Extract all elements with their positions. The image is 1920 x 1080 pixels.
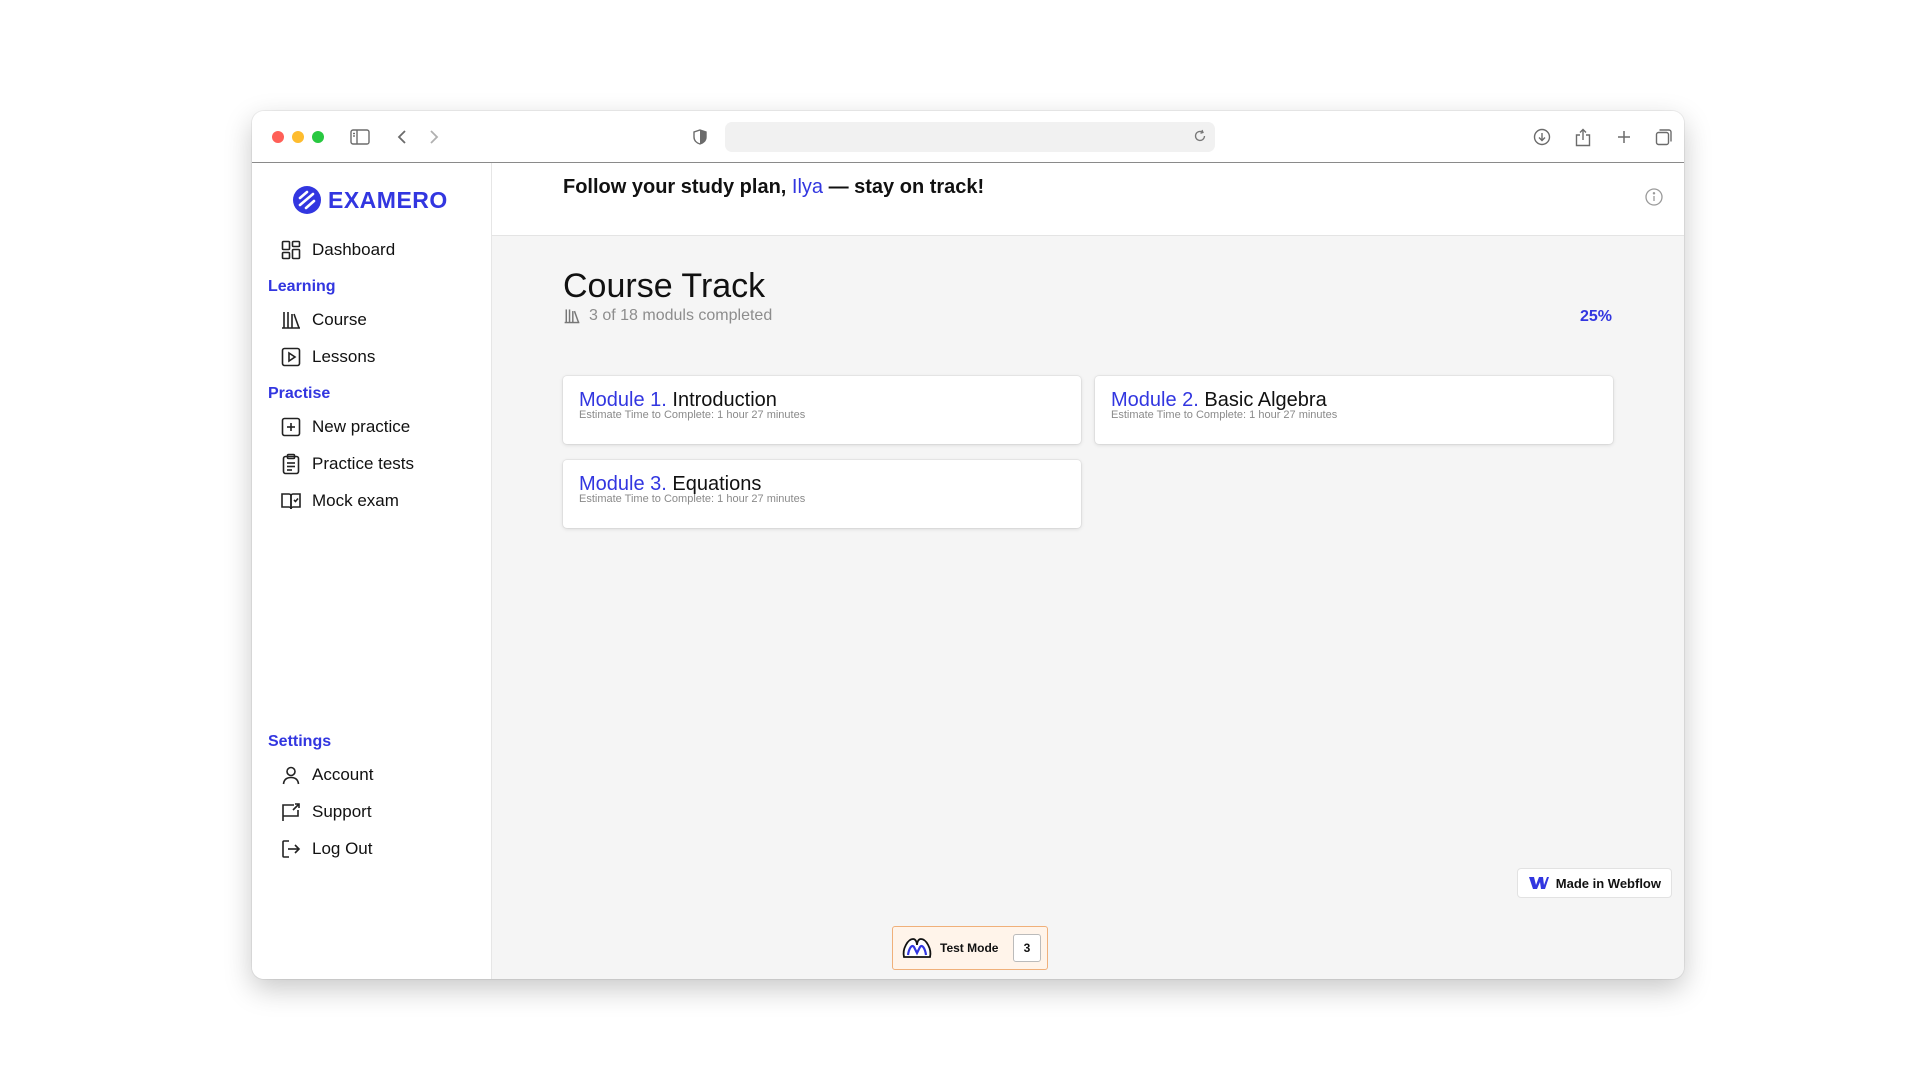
module-card-3[interactable]: Module 3. Equations Estimate Time to Com… (563, 460, 1081, 528)
minimize-window-button[interactable] (292, 131, 304, 143)
sidebar-item-label: Account (312, 765, 374, 784)
sidebar-item-account[interactable]: Account (280, 761, 373, 789)
clipboard-icon (282, 453, 300, 475)
section-label-practise: Practise (268, 385, 331, 402)
logo-text: EXAMERO (328, 186, 448, 213)
address-bar[interactable] (725, 122, 1215, 152)
maximize-window-button[interactable] (312, 131, 324, 143)
open-book-icon (281, 493, 301, 510)
module-name: Introduction (672, 389, 777, 411)
progress-percent: 25% (1579, 308, 1612, 325)
greeting-prefix: Follow your study plan, (563, 176, 792, 198)
module-card-1[interactable]: Module 1. Introduction Estimate Time to … (563, 376, 1081, 444)
test-mode-count[interactable]: 3 (1013, 934, 1041, 962)
module-estimate: Estimate Time to Complete: 1 hour 27 min… (579, 409, 806, 421)
sidebar-item-dashboard[interactable]: Dashboard (280, 236, 395, 264)
new-tab-icon[interactable] (1612, 125, 1636, 149)
user-icon (282, 766, 300, 785)
module-estimate: Estimate Time to Complete: 1 hour 27 min… (1111, 409, 1338, 421)
greeting-text: Follow your study plan, Ilya — stay on t… (563, 176, 984, 199)
section-label-settings: Settings (268, 733, 332, 750)
sidebar: EXAMERO Dashboard Learning Course Lesson… (252, 163, 492, 979)
sidebar-item-support[interactable]: Support (280, 798, 372, 826)
sidebar-item-label: Practice tests (312, 454, 415, 473)
module-name: Equations (672, 473, 762, 495)
support-flag-icon (282, 803, 300, 821)
privacy-shield-icon[interactable] (688, 125, 712, 149)
test-mode-button[interactable]: Test Mode (893, 927, 1009, 969)
sidebar-item-label: Mock exam (312, 491, 399, 510)
sidebar-item-label: Dashboard (312, 240, 396, 259)
module-name: Basic Algebra (1204, 389, 1327, 411)
sidebar-item-label: Course (312, 310, 367, 329)
test-mode-widget[interactable]: Test Mode 3 (892, 926, 1048, 970)
close-window-button[interactable] (272, 131, 284, 143)
dashboard-grid-icon (281, 240, 301, 260)
browser-window: EXAMERO Dashboard Learning Course Lesson… (252, 111, 1684, 979)
info-icon[interactable] (1644, 187, 1664, 207)
module-number: Module 3. (579, 473, 667, 495)
main-content: Follow your study plan, Ilya — stay on t… (492, 163, 1684, 979)
sidebar-item-course[interactable]: Course (280, 306, 367, 334)
sidebar-item-practice-tests[interactable]: Practice tests (280, 450, 414, 478)
forward-icon[interactable] (422, 125, 446, 149)
reload-icon[interactable] (1193, 129, 1209, 145)
user-name: Ilya (791, 176, 824, 198)
sidebar-item-label: Lessons (312, 347, 376, 366)
section-label-learning: Learning (268, 278, 336, 295)
module-number: Module 2. (1111, 389, 1199, 411)
progress-summary: 3 of 18 moduls completed (563, 307, 772, 325)
page-header: Follow your study plan, Ilya — stay on t… (492, 163, 1684, 236)
module-estimate: Estimate Time to Complete: 1 hour 27 min… (579, 493, 806, 505)
back-icon[interactable] (390, 125, 414, 149)
play-square-icon (281, 347, 301, 367)
sidebar-item-new-practice[interactable]: New practice (280, 413, 410, 441)
test-mode-label: Test Mode (940, 941, 999, 955)
logout-icon (282, 840, 301, 858)
module-number: Module 1. (579, 389, 667, 411)
webflow-logo-icon (1528, 877, 1549, 889)
tab-overview-icon[interactable] (1652, 125, 1676, 149)
module-card-2[interactable]: Module 2. Basic Algebra Estimate Time to… (1095, 376, 1613, 444)
share-icon[interactable] (1571, 125, 1595, 149)
examero-logo[interactable]: EXAMERO (292, 185, 448, 215)
sidebar-item-label: New practice (312, 417, 411, 436)
sidebar-item-label: Support (312, 802, 372, 821)
page-title: Course Track (563, 267, 766, 305)
plus-square-icon (281, 417, 301, 437)
books-icon (564, 309, 580, 324)
download-icon[interactable] (1530, 125, 1554, 149)
sidebar-item-label: Log Out (312, 839, 373, 858)
browser-toolbar (252, 111, 1684, 163)
sidebar-item-logout[interactable]: Log Out (280, 835, 373, 863)
books-icon (282, 312, 300, 329)
greeting-suffix: — stay on track! (823, 176, 985, 198)
made-in-webflow-badge[interactable]: Made in Webflow (1516, 868, 1672, 898)
sidebar-toggle-icon[interactable] (348, 125, 372, 149)
sidebar-item-lessons[interactable]: Lessons (280, 343, 375, 371)
test-mode-logo-icon (902, 938, 932, 958)
progress-text: 3 of 18 moduls completed (589, 307, 773, 324)
webflow-label: Made in Webflow (1555, 875, 1661, 891)
examero-logo-icon (293, 186, 321, 214)
sidebar-item-mock-exam[interactable]: Mock exam (280, 487, 399, 515)
